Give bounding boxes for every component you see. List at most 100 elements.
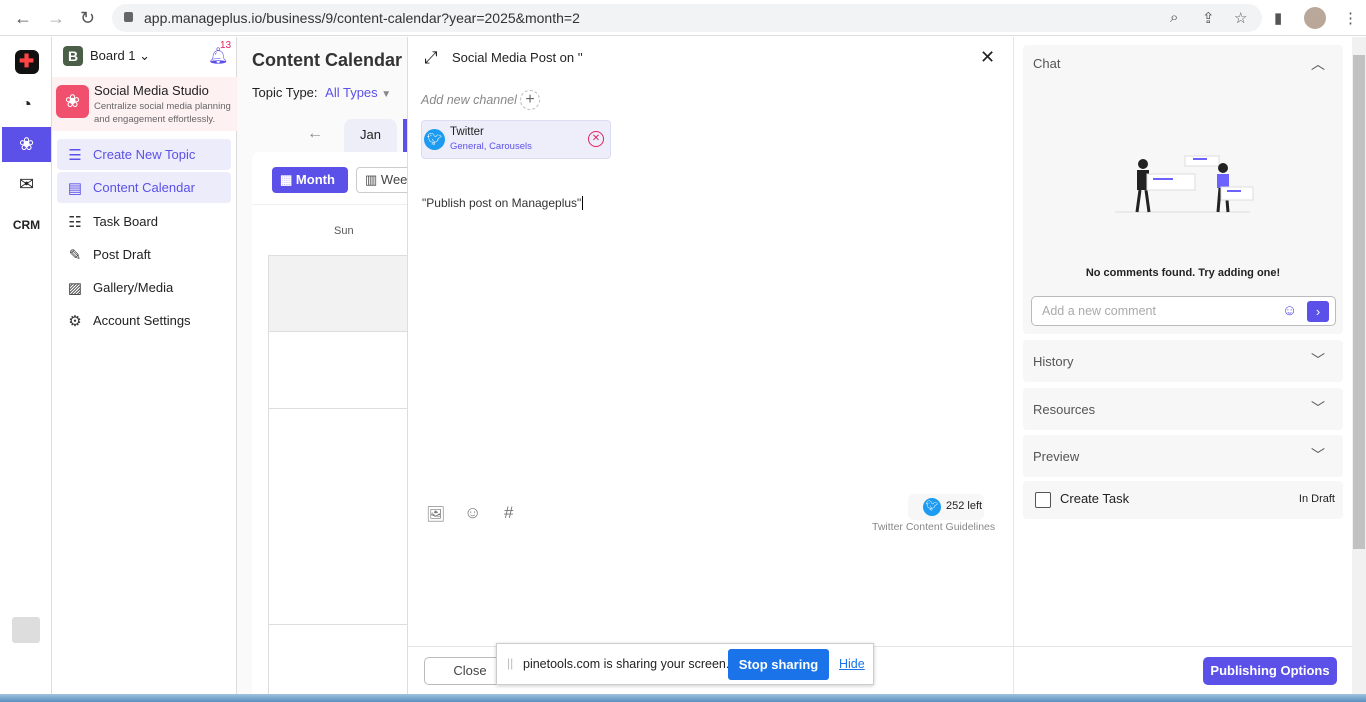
- app-logo-icon[interactable]: ✚: [2, 44, 51, 79]
- studio-header: ❀ Social Media Studio Centralize social …: [52, 77, 237, 131]
- send-button[interactable]: ›: [1307, 301, 1329, 322]
- user-settings-icon: ⚙: [68, 312, 82, 330]
- social-studio-icon[interactable]: ❀: [2, 127, 51, 162]
- board-initial: B: [63, 46, 83, 66]
- email-marketing-icon[interactable]: ✉: [2, 167, 51, 202]
- scrollbar-thumb[interactable]: [1353, 55, 1365, 549]
- calendar-cell[interactable]: 2: [268, 331, 407, 409]
- remove-channel-icon[interactable]: ✕: [588, 131, 604, 147]
- char-counter: 🐦︎ 252 left: [908, 494, 984, 520]
- channel-chip-twitter[interactable]: 🐦︎ Twitter General, Carousels ✕: [421, 120, 611, 159]
- emoji-icon[interactable]: ☺: [464, 503, 481, 523]
- publishing-options-button[interactable]: Publishing Options: [1203, 657, 1337, 685]
- zoom-icon[interactable]: ⌕: [1170, 9, 1178, 26]
- nav-create-new-topic[interactable]: ☰ Create New Topic: [57, 139, 231, 170]
- calendar-card: ▦ Month ▥ Week Sun 2 9 16: [252, 152, 407, 694]
- topic-type-filter[interactable]: Topic Type: All Types ▼: [252, 85, 391, 100]
- calendar-cell[interactable]: 9: [268, 408, 407, 625]
- lock-icon: [124, 12, 133, 22]
- sidepanel-icon[interactable]: ▮: [1274, 9, 1282, 27]
- right-panel: Chat ︿ No comments found. Try adding one…: [1013, 37, 1352, 694]
- nav-post-draft[interactable]: ✎ Post Draft: [57, 239, 231, 270]
- address-bar[interactable]: app.manageplus.io/business/9/content-cal…: [112, 4, 1262, 32]
- chevron-down-icon: ﹀: [1311, 352, 1325, 368]
- divider: [252, 204, 407, 205]
- history-section[interactable]: History ﹀: [1023, 340, 1343, 382]
- sidebar: B Board 1 ⌄ 🔔︎ 13 ❀ Social Media Studio …: [52, 37, 237, 694]
- create-task-row: Create Task In Draft: [1023, 481, 1343, 519]
- menu-icon[interactable]: ⋮: [1343, 9, 1358, 27]
- reload-icon[interactable]: ↻: [80, 8, 95, 29]
- empty-chat-illustration: [1115, 155, 1254, 213]
- add-channel-button[interactable]: +: [520, 90, 540, 110]
- create-task-checkbox[interactable]: [1035, 492, 1051, 508]
- day-header-sun: Sun: [334, 225, 354, 237]
- studio-logo-icon: ❀: [56, 85, 89, 118]
- gallery-add-icon: ▨: [67, 279, 83, 297]
- chat-title[interactable]: Chat: [1033, 56, 1060, 71]
- view-month-button[interactable]: ▦ Month: [272, 167, 348, 193]
- nav-task-board[interactable]: ☷ Task Board: [57, 206, 231, 237]
- studio-title: Social Media Studio: [94, 83, 209, 98]
- channel-sub: General, Carousels: [450, 141, 532, 152]
- twitter-icon: 🐦︎: [923, 498, 941, 516]
- user-avatar[interactable]: [12, 617, 40, 643]
- calendar-cell[interactable]: 16: [268, 624, 407, 694]
- browser-toolbar: ← → ↻ app.manageplus.io/business/9/conte…: [0, 0, 1366, 36]
- preview-section[interactable]: Preview ﹀: [1023, 435, 1343, 477]
- star-icon[interactable]: ☆: [1234, 9, 1247, 27]
- checklist-icon: ☷: [68, 213, 82, 231]
- image-icon[interactable]: 🖼︎: [426, 505, 445, 523]
- chevron-up-icon[interactable]: ︿: [1311, 54, 1325, 74]
- scrollbar[interactable]: [1352, 37, 1366, 694]
- nav-account-settings[interactable]: ⚙ Account Settings: [57, 305, 231, 336]
- month-tab-jan[interactable]: Jan: [344, 119, 397, 153]
- close-icon[interactable]: ✕: [980, 47, 995, 68]
- channel-name: Twitter: [450, 126, 484, 138]
- share-text: pinetools.com is sharing your screen.: [523, 657, 730, 671]
- studio-subtitle: Centralize social media planning and eng…: [94, 101, 231, 125]
- twitter-icon: 🐦︎: [424, 129, 445, 150]
- comment-input[interactable]: Add a new comment ☺ ›: [1031, 296, 1336, 326]
- edit-note-icon: ✎: [68, 246, 82, 264]
- app-rail: ✚ ◔ ❀ ✉ CRM: [0, 37, 52, 694]
- add-channel-label: Add new channel: [421, 93, 517, 107]
- screen-share-bar: || pinetools.com is sharing your screen.…: [496, 643, 874, 685]
- crm-icon[interactable]: CRM: [2, 207, 51, 242]
- share-icon[interactable]: ⇪: [1202, 9, 1215, 27]
- chevron-down-icon: ⌄: [139, 48, 151, 63]
- content-calendar: Content Calendar Topic Type: All Types ▼…: [237, 37, 407, 694]
- back-icon[interactable]: ←: [14, 8, 32, 29]
- modal-title: Social Media Post on '': [452, 50, 583, 65]
- stop-sharing-button[interactable]: Stop sharing: [728, 649, 829, 680]
- nav-gallery-media[interactable]: ▨ Gallery/Media: [57, 272, 231, 303]
- empty-chat-text: No comments found. Try adding one!: [1085, 267, 1281, 279]
- create-task-label: Create Task: [1060, 491, 1130, 506]
- chevron-down-icon: ﹀: [1311, 447, 1325, 463]
- prev-arrow-icon[interactable]: ←: [307, 125, 323, 143]
- drag-handle-icon[interactable]: ||: [507, 656, 513, 670]
- forward-icon[interactable]: →: [47, 8, 65, 29]
- profile-avatar[interactable]: [1304, 7, 1326, 29]
- nav-content-calendar[interactable]: ▤ Content Calendar: [57, 172, 231, 203]
- resources-section[interactable]: Resources ﹀: [1023, 388, 1343, 430]
- post-editor-modal: ⤢ Social Media Post on '' ✕ Add new chan…: [407, 37, 1014, 694]
- chat-section: Chat ︿ No comments found. Try adding one…: [1023, 45, 1343, 334]
- calendar-icon: ▤: [67, 179, 83, 197]
- columns-icon: ▥: [365, 172, 378, 187]
- footer-divider: [1013, 646, 1352, 647]
- post-content-editor[interactable]: "Publish post on Manageplus": [422, 196, 1002, 486]
- page-title: Content Calendar: [252, 50, 403, 70]
- view-week-button[interactable]: ▥ Week: [356, 167, 407, 193]
- board-selector[interactable]: Board 1 ⌄: [90, 48, 150, 64]
- board-name: Board 1: [90, 48, 136, 63]
- expand-icon[interactable]: ⤢: [424, 48, 438, 68]
- hashtag-icon[interactable]: #: [504, 503, 513, 523]
- calendar-cell[interactable]: [268, 255, 407, 332]
- chevron-down-icon: ﹀: [1311, 400, 1325, 416]
- dashboard-gauge-icon[interactable]: ◔: [2, 87, 51, 122]
- grid-icon: ▦: [280, 172, 293, 187]
- emoji-icon[interactable]: ☺: [1282, 302, 1297, 319]
- guidelines-link[interactable]: Twitter Content Guidelines: [872, 521, 995, 533]
- hide-link[interactable]: Hide: [839, 657, 865, 671]
